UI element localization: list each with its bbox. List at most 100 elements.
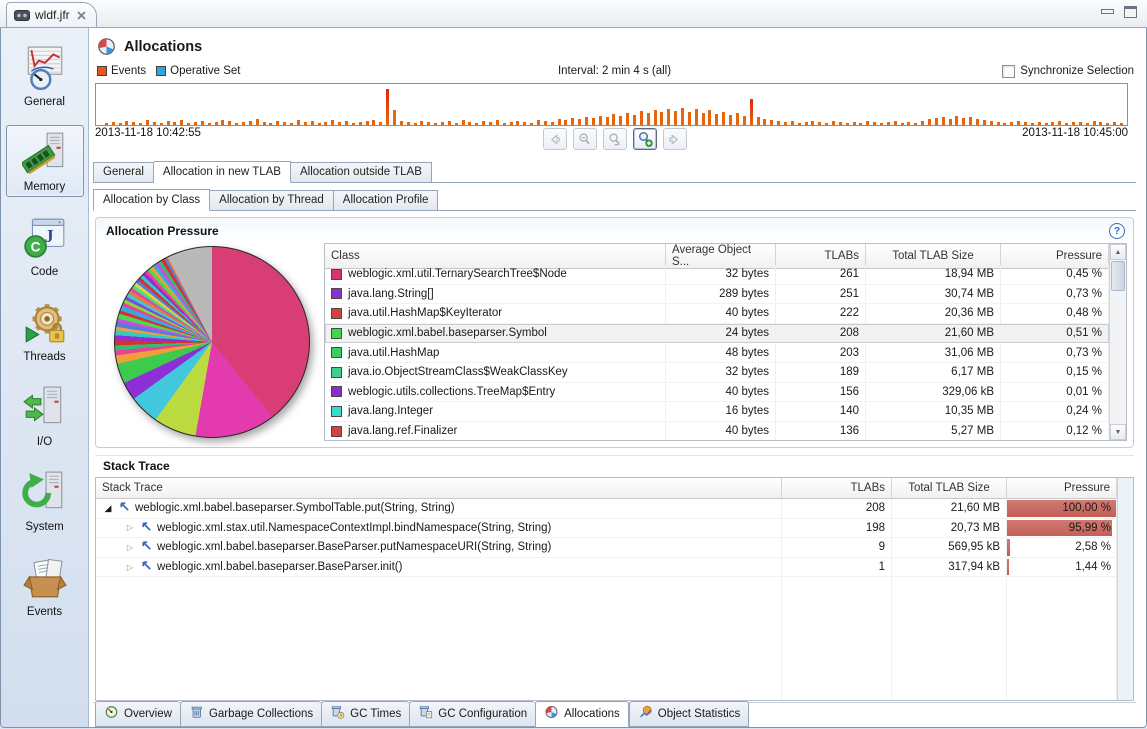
stack-trace-row[interactable]: ▷ weblogic.xml.stax.util.NamespaceContext… [96, 518, 1117, 539]
zoom-range-button[interactable] [602, 128, 627, 150]
bottom-tab-gc-times[interactable]: GC Times [321, 701, 410, 727]
application-window: General Memory J C Code Threads I/O System Event… [0, 28, 1147, 728]
nav-back-button[interactable] [542, 128, 567, 150]
stack-trace-row[interactable]: ▷ weblogic.xml.babel.baseparser.BaseParse… [96, 557, 1117, 578]
bottom-tab-overview[interactable]: Overview [95, 701, 180, 727]
timeline-bar [838, 122, 842, 125]
timeline-bar [276, 121, 280, 125]
scroll-up-icon[interactable]: ▲ [1110, 244, 1126, 260]
checkbox-box[interactable] [1002, 64, 1016, 78]
allocations-pie-icon [98, 38, 115, 55]
help-icon[interactable]: ? [1109, 222, 1125, 239]
bottom-tab-allocations[interactable]: Allocations [535, 701, 629, 727]
timeline-bar [509, 122, 513, 125]
timeline-bar [687, 112, 691, 125]
sidebar-item-general[interactable]: General [6, 40, 84, 112]
timeline-bar [214, 122, 218, 125]
timeline-bar [790, 121, 794, 125]
sidebar-item-system[interactable]: System [6, 465, 84, 537]
timeline-bar [715, 114, 719, 125]
timeline-bar [1044, 123, 1048, 125]
stack-trace-row[interactable]: ▷ weblogic.xml.babel.baseparser.BaseParse… [96, 538, 1117, 558]
tree-expand-icon[interactable]: ▷ [124, 523, 136, 532]
allocation-pie-chart[interactable] [114, 246, 310, 438]
tab-allocation-outside-tlab[interactable]: Allocation outside TLAB [290, 162, 432, 183]
nav-forward-button[interactable] [662, 128, 687, 150]
timeline-bar [283, 122, 287, 125]
stack-frame-icon [119, 501, 130, 515]
timeline-bar [818, 122, 822, 125]
pressure-value: 2,58 % [1075, 541, 1111, 554]
stack-trace-section: Stack Trace Stack Trace TLABs Total TLAB S… [95, 455, 1134, 701]
cell-value: 16 bytes [666, 402, 776, 422]
allocation-table-row[interactable]: java.lang.ref.Finalizer 40 bytes 136 5,27 M… [325, 421, 1109, 440]
arrow-right-icon [669, 133, 679, 145]
timeline-bar [173, 122, 177, 125]
allocation-pressure-title: Allocation Pressure [106, 223, 219, 238]
cell-value: 40 bytes [666, 304, 776, 324]
timeline-bar [866, 121, 870, 125]
allocation-table-row[interactable]: weblogic.xml.babel.baseparser.Symbol 24 b… [325, 323, 1109, 344]
sidebar-item-memory[interactable]: Memory [5, 125, 84, 197]
stack-column-header-pressure[interactable]: Pressure [1007, 478, 1117, 499]
cell-value: 0,15 % [1001, 362, 1109, 383]
timeline-bar [242, 122, 246, 125]
subtab-allocation-profile[interactable]: Allocation Profile [333, 190, 439, 211]
subtab-allocation-by-class[interactable]: Allocation by Class [93, 189, 211, 211]
allocation-table-row[interactable]: java.util.HashMap 48 bytes 203 31,06 MB 0,73… [325, 343, 1109, 363]
sidebar-item-code[interactable]: J C Code [6, 210, 84, 282]
allocation-table-row[interactable]: weblogic.xml.util.TernarySearchTree$Node… [325, 265, 1109, 285]
synchronize-selection-checkbox[interactable]: Synchronize Selection [1002, 64, 1134, 78]
tree-collapse-icon[interactable]: ◢ [102, 503, 114, 514]
bottom-tab-garbage-collections[interactable]: Garbage Collections [179, 701, 322, 727]
stack-column-header-total-tlab-size[interactable]: Total TLAB Size [892, 478, 1007, 499]
sidebar-item-io[interactable]: I/O [6, 380, 84, 452]
class-color-swatch [331, 327, 342, 339]
class-color-swatch [331, 307, 342, 319]
cell-value: 21,60 MB [866, 323, 1001, 344]
pressure-value: 95,99 % [1068, 521, 1111, 534]
maximize-icon[interactable] [1124, 6, 1137, 18]
allocation-table-row[interactable]: java.lang.Integer 16 bytes 140 10,35 MB 0,24… [325, 402, 1109, 422]
tree-expand-icon[interactable]: ▷ [124, 543, 136, 552]
page-title: Allocations [124, 38, 203, 55]
bottom-tab-object-statistics[interactable]: Object Statistics [628, 701, 750, 727]
zoom-in-icon [638, 132, 653, 147]
cell-value: 24 bytes [666, 323, 776, 344]
allocations-icon [544, 705, 559, 722]
bottom-tab-gc-configuration[interactable]: GC Configuration [409, 701, 536, 727]
timeline-bar [653, 110, 657, 125]
sidebar-item-label: Threads [23, 351, 66, 363]
allocation-table-scrollbar[interactable]: ▲ ▼ [1109, 244, 1126, 440]
stack-column-header-tlabs[interactable]: TLABs [782, 478, 892, 499]
tree-expand-icon[interactable]: ▷ [124, 563, 136, 572]
allocation-table-row[interactable]: java.io.ObjectStreamClass$WeakClassKey 32… [325, 362, 1109, 383]
pressure-bar [1007, 558, 1009, 576]
zoom-in-button[interactable] [632, 128, 657, 150]
zoom-out-button[interactable] [572, 128, 597, 150]
subtab-allocation-by-thread[interactable]: Allocation by Thread [210, 190, 334, 211]
sidebar-item-threads[interactable]: Threads [6, 295, 84, 367]
allocation-table-row[interactable]: java.util.HashMap$KeyIterator 40 bytes 222… [325, 304, 1109, 324]
timeline-bar [118, 123, 122, 125]
timeline-bar [152, 122, 156, 125]
tab-allocation-in-new-tlab[interactable]: Allocation in new TLAB [153, 161, 291, 183]
timeline-bar [516, 121, 520, 125]
close-tab-icon[interactable] [75, 9, 88, 22]
allocation-table-row[interactable]: weblogic.utils.collections.TreeMap$Entry… [325, 382, 1109, 403]
minimize-icon[interactable] [1101, 9, 1114, 14]
scrollbar-thumb[interactable] [1111, 261, 1125, 291]
tab-general[interactable]: General [93, 162, 154, 183]
sidebar-item-label: Code [30, 266, 59, 278]
scroll-down-icon[interactable]: ▼ [1110, 424, 1126, 440]
class-name: weblogic.utils.collections.TreeMap$Entry [348, 385, 556, 398]
stack-trace-row[interactable]: ◢ weblogic.xml.babel.baseparser.SymbolTab… [96, 499, 1117, 519]
stack-column-header-stack-trace[interactable]: Stack Trace [96, 478, 782, 499]
timeline-bar [770, 120, 774, 125]
allocation-table-row[interactable]: java.lang.String[] 289 bytes 251 30,74 MB 0,… [325, 284, 1109, 305]
sidebar-item-events[interactable]: Events [6, 550, 84, 622]
stack-frame-icon [141, 521, 152, 535]
editor-tab-wldf[interactable]: wldf.jfr [6, 2, 97, 27]
stack-trace-scrollbar[interactable] [1117, 478, 1133, 700]
timeline-chart[interactable] [95, 83, 1128, 126]
